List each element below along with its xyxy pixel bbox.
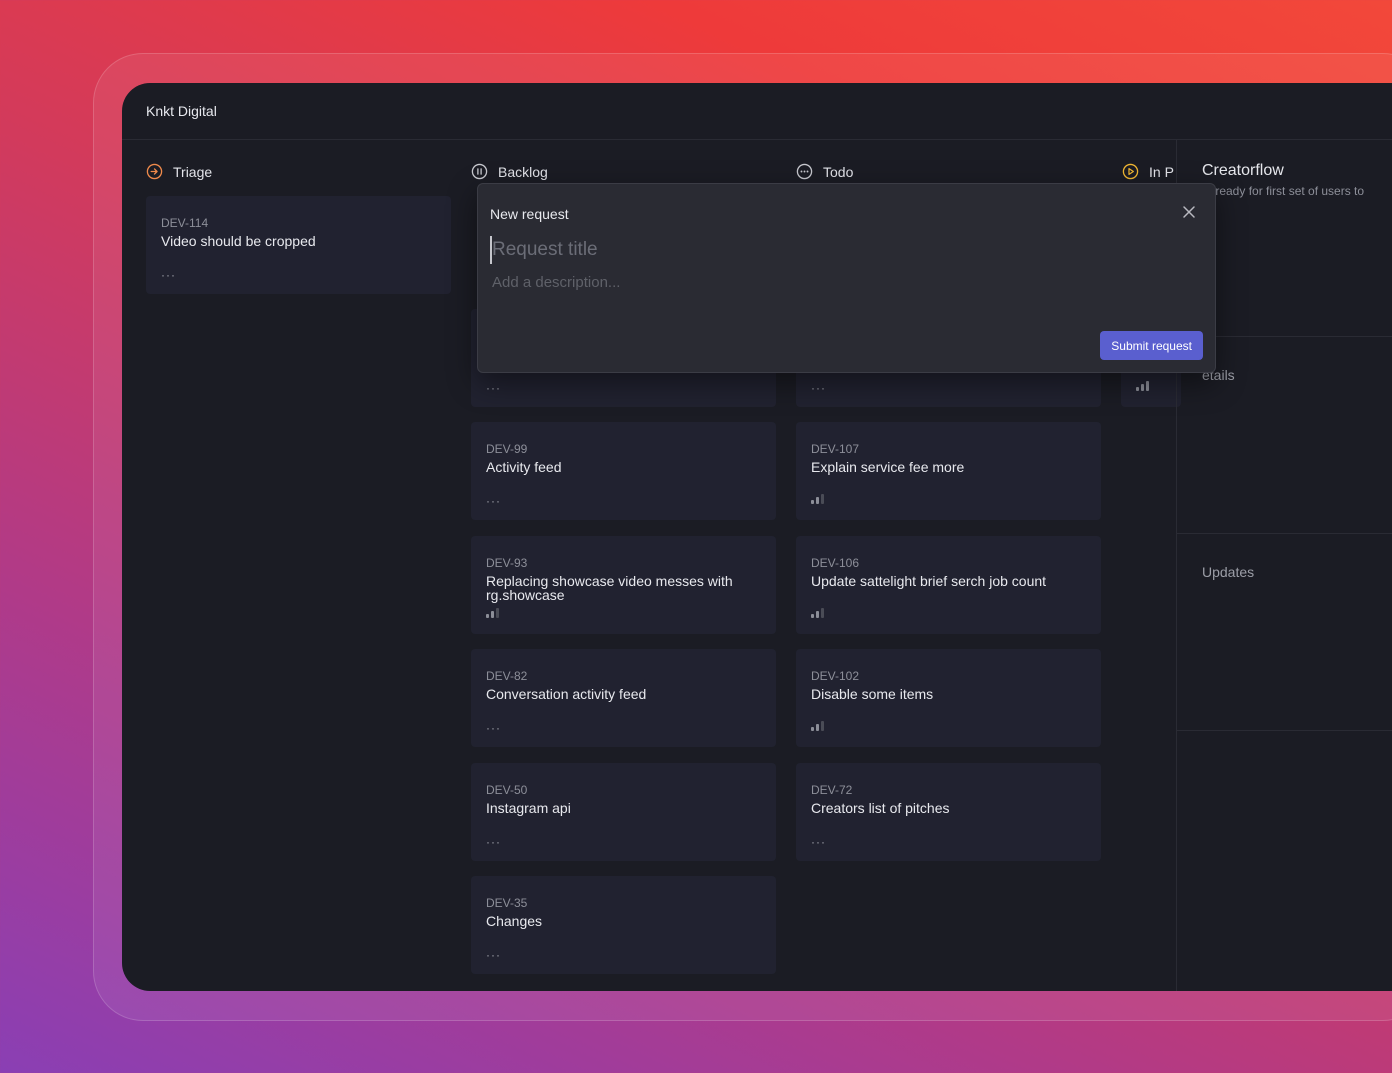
- issue-title: Disable some items: [811, 686, 934, 702]
- issue-title: Video should be cropped: [161, 233, 316, 249]
- priority-icon[interactable]: [1136, 381, 1149, 391]
- triage-arrow-circle-icon: [146, 163, 163, 180]
- issue-id: DEV-106: [811, 556, 860, 570]
- issue-id: DEV-50: [486, 783, 528, 797]
- issue-card[interactable]: DEV-102 Disable some items: [796, 649, 1101, 747]
- no-priority-icon[interactable]: ···: [161, 269, 176, 281]
- issue-id: DEV-93: [486, 556, 528, 570]
- column-label: Triage: [173, 163, 213, 180]
- no-priority-icon[interactable]: ···: [811, 382, 826, 394]
- request-title-input[interactable]: [490, 236, 1190, 264]
- issue-id: DEV-82: [486, 669, 528, 683]
- issue-id: DEV-114: [161, 216, 209, 230]
- top-bar: Knkt Digital: [122, 83, 1392, 140]
- column-label: Backlog: [498, 163, 548, 180]
- no-priority-icon[interactable]: ···: [811, 836, 826, 848]
- priority-icon[interactable]: [811, 721, 824, 731]
- play-circle-icon: [1122, 163, 1139, 180]
- no-priority-icon[interactable]: ···: [486, 949, 501, 961]
- issue-id: DEV-35: [486, 896, 528, 910]
- issue-card[interactable]: DEV-114 Video should be cropped ···: [146, 196, 451, 294]
- priority-icon[interactable]: [486, 608, 499, 618]
- no-priority-icon[interactable]: ···: [486, 722, 501, 734]
- issue-id: DEV-107: [811, 442, 860, 456]
- priority-icon[interactable]: [811, 608, 824, 618]
- project-description: ta ready for first set of users to: [1202, 184, 1365, 198]
- issue-title: Changes: [486, 913, 543, 929]
- column-header-in-progress[interactable]: In P: [1122, 163, 1174, 180]
- column-label: In P: [1149, 163, 1174, 180]
- issue-card[interactable]: DEV-93 Replacing showcase video messes w…: [471, 536, 776, 634]
- column-header-backlog[interactable]: Backlog: [471, 163, 548, 180]
- issue-title: Replacing showcase video messes with rg.…: [486, 573, 733, 603]
- issue-title: Activity feed: [486, 459, 562, 475]
- issue-title: Conversation activity feed: [486, 686, 647, 702]
- issue-card[interactable]: DEV-72 Creators list of pitches ···: [796, 763, 1101, 861]
- issue-title: Creators list of pitches: [811, 800, 950, 816]
- no-priority-icon[interactable]: ···: [486, 495, 501, 507]
- updates-label[interactable]: Updates: [1202, 564, 1254, 580]
- issue-card[interactable]: DEV-99 Activity feed ···: [471, 422, 776, 520]
- issue-title: Explain service fee more: [811, 459, 965, 475]
- issue-card[interactable]: DEV-82 Conversation activity feed ···: [471, 649, 776, 747]
- no-priority-icon[interactable]: ···: [486, 836, 501, 848]
- app-window: Knkt Digital Triage Backlog Todo In P DE…: [122, 83, 1392, 991]
- workspace-name[interactable]: Knkt Digital: [146, 103, 217, 119]
- priority-icon[interactable]: [811, 494, 824, 504]
- column-header-triage[interactable]: Triage: [146, 163, 212, 180]
- column-header-todo[interactable]: Todo: [796, 163, 853, 180]
- issue-card[interactable]: DEV-106 Update sattelight brief serch jo…: [796, 536, 1101, 634]
- submit-request-button[interactable]: Submit request: [1100, 331, 1203, 360]
- issue-card[interactable]: DEV-35 Changes ···: [471, 876, 776, 974]
- issue-title: Update sattelight brief serch job count: [811, 573, 1047, 589]
- close-icon[interactable]: [1181, 204, 1197, 220]
- pause-circle-icon: [471, 163, 488, 180]
- updates-section: Updates: [1177, 534, 1392, 731]
- request-description-input[interactable]: [492, 274, 1192, 304]
- new-request-modal: New request Submit request: [477, 183, 1216, 373]
- issue-id: DEV-102: [811, 669, 860, 683]
- issue-id: DEV-99: [486, 442, 528, 456]
- modal-title: New request: [490, 206, 569, 222]
- issue-id: DEV-72: [811, 783, 853, 797]
- issue-card[interactable]: DEV-50 Instagram api ···: [471, 763, 776, 861]
- dots-circle-icon: [796, 163, 813, 180]
- project-title[interactable]: Creatorflow: [1202, 162, 1284, 180]
- no-priority-icon[interactable]: ···: [486, 382, 501, 394]
- issue-card[interactable]: DEV-107 Explain service fee more: [796, 422, 1101, 520]
- column-label: Todo: [823, 163, 854, 180]
- issue-title: Instagram api: [486, 800, 571, 816]
